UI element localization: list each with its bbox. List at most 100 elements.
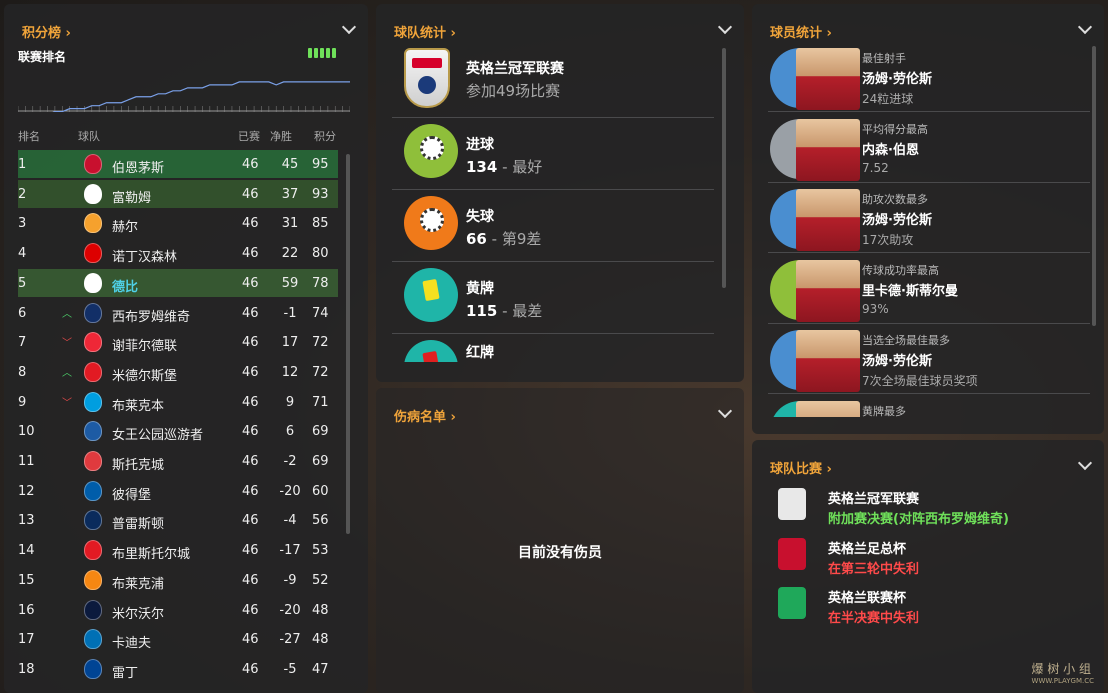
table-row[interactable]: 12 彼得堡 46 -20 60 bbox=[18, 477, 338, 505]
table-row[interactable]: 8 ︿ 米德尔斯堡 46 12 72 bbox=[18, 358, 338, 386]
chevron-down-icon[interactable] bbox=[1077, 19, 1093, 35]
player-stat-card[interactable]: 当选全场最佳最多 汤姆·劳伦斯 7次全场最佳球员奖项 bbox=[768, 328, 1090, 395]
row-position: 16 bbox=[18, 602, 35, 618]
header-pos[interactable]: 排名 bbox=[18, 128, 40, 144]
row-team-name[interactable]: 布莱克本 bbox=[112, 395, 164, 414]
player-stat-card[interactable]: 传球成功率最高 里卡德·斯蒂尔曼 93% bbox=[768, 258, 1090, 324]
row-team-name[interactable]: 富勒姆 bbox=[112, 187, 151, 206]
goal-ball-icon bbox=[404, 124, 458, 178]
row-team-name[interactable]: 布莱克浦 bbox=[112, 573, 164, 592]
chevron-down-icon[interactable] bbox=[341, 19, 357, 35]
team-stat-label: 失球 bbox=[466, 209, 494, 225]
team-stat-row[interactable]: 红牌 bbox=[392, 334, 714, 362]
row-team-name[interactable]: 彼得堡 bbox=[112, 484, 151, 503]
row-points: 80 bbox=[312, 246, 329, 262]
player-stat-card[interactable]: 助攻次数最多 汤姆·劳伦斯 17次助攻 bbox=[768, 187, 1090, 254]
row-team-name[interactable]: 卡迪夫 bbox=[112, 632, 151, 651]
row-team-name[interactable]: 伯恩茅斯 bbox=[112, 157, 164, 176]
team-crest-icon bbox=[84, 302, 102, 323]
table-row[interactable]: 5 德比 46 59 78 bbox=[18, 268, 338, 297]
player-name[interactable]: 汤姆·劳伦斯 bbox=[862, 68, 932, 87]
chevron-down-icon[interactable] bbox=[717, 403, 733, 419]
table-row[interactable]: 16 米尔沃尔 46 -20 48 bbox=[18, 596, 338, 624]
players-scrollbar[interactable] bbox=[1092, 46, 1096, 326]
conceded-ball-icon bbox=[404, 196, 458, 250]
row-team-name[interactable]: 雷丁 bbox=[112, 662, 138, 681]
team-stat-label: 红牌 bbox=[466, 345, 494, 361]
team-stat-row[interactable]: 进球 134 - 最好 bbox=[392, 118, 714, 190]
team-crest-icon bbox=[84, 658, 102, 679]
player-name[interactable]: 汤姆·劳伦斯 bbox=[862, 209, 932, 228]
table-row[interactable]: 13 普雷斯顿 46 -4 56 bbox=[18, 506, 338, 534]
row-position: 13 bbox=[18, 513, 35, 529]
table-row[interactable]: 4 诺丁汉森林 46 22 80 bbox=[18, 239, 338, 267]
table-row[interactable]: 14 布里斯托尔城 46 -17 53 bbox=[18, 536, 338, 564]
table-scrollbar[interactable] bbox=[346, 154, 350, 534]
header-played[interactable]: 已赛 bbox=[238, 128, 260, 144]
team-competitions-title[interactable]: 球队比赛 bbox=[770, 458, 832, 477]
player-stat-category: 平均得分最高 bbox=[862, 122, 928, 136]
team-crest-icon bbox=[84, 599, 102, 620]
row-goal-diff: -5 bbox=[283, 661, 297, 677]
injury-list-title[interactable]: 伤病名单 bbox=[394, 406, 456, 425]
table-row[interactable]: 15 布莱克浦 46 -9 52 bbox=[18, 566, 338, 594]
table-row[interactable]: 18 雷丁 46 -5 47 bbox=[18, 655, 338, 683]
row-goal-diff: 37 bbox=[281, 186, 299, 202]
team-stat-row[interactable]: 黄牌 115 - 最差 bbox=[392, 262, 714, 334]
table-row[interactable]: 3 赫尔 46 31 85 bbox=[18, 209, 338, 237]
row-played: 46 bbox=[242, 661, 259, 677]
table-row[interactable]: 9 ﹀ 布莱克本 46 9 71 bbox=[18, 388, 338, 416]
table-row[interactable]: 1 伯恩茅斯 46 45 95 bbox=[18, 150, 338, 178]
competition-row[interactable]: 英格兰冠军联赛 参加49场比赛 bbox=[392, 44, 714, 118]
row-position: 3 bbox=[18, 216, 27, 232]
team-crest-icon bbox=[84, 213, 102, 234]
row-team-name[interactable]: 普雷斯顿 bbox=[112, 513, 164, 532]
team-stat-rank: - 最差 bbox=[497, 302, 543, 320]
table-row[interactable]: 17 卡迪夫 46 -27 48 bbox=[18, 625, 338, 653]
team-crest-icon bbox=[84, 243, 102, 264]
league-table-title[interactable]: 积分榜 bbox=[22, 22, 71, 41]
chevron-down-icon[interactable] bbox=[717, 19, 733, 35]
row-team-name[interactable]: 布里斯托尔城 bbox=[112, 543, 190, 562]
stats-scrollbar[interactable] bbox=[722, 48, 726, 288]
row-team-name[interactable]: 德比 bbox=[112, 276, 138, 295]
row-points: 60 bbox=[312, 483, 329, 499]
row-position: 15 bbox=[18, 572, 35, 588]
competition-row[interactable]: 英格兰足总杯 在第三轮中失利 bbox=[778, 536, 1098, 582]
row-team-name[interactable]: 谢菲尔德联 bbox=[112, 335, 177, 354]
player-stat-category: 最佳射手 bbox=[862, 52, 906, 65]
player-stats-title[interactable]: 球员统计 bbox=[770, 22, 832, 41]
competition-row[interactable]: 英格兰联赛杯 在半决赛中失利 bbox=[778, 585, 1098, 631]
table-row[interactable]: 2 富勒姆 46 37 93 bbox=[18, 179, 338, 208]
player-name[interactable]: 内森·伯恩 bbox=[862, 139, 919, 158]
table-row[interactable]: 10 女王公园巡游者 46 6 69 bbox=[18, 417, 338, 445]
row-played: 46 bbox=[242, 305, 259, 321]
row-goal-diff: -20 bbox=[279, 483, 301, 499]
competition-name: 英格兰冠军联赛 bbox=[828, 492, 920, 507]
player-stat-card[interactable]: 最佳射手 汤姆·劳伦斯 24粒进球 bbox=[768, 46, 1090, 112]
player-name[interactable]: 里卡德·斯蒂尔曼 bbox=[862, 280, 958, 299]
row-team-name[interactable]: 斯托克城 bbox=[112, 454, 164, 473]
table-row[interactable]: 6 ︿ 西布罗姆维奇 46 -1 74 bbox=[18, 299, 338, 327]
player-stat-card[interactable]: 平均得分最高 内森·伯恩 7.52 bbox=[768, 117, 1090, 183]
row-team-name[interactable]: 西布罗姆维奇 bbox=[112, 306, 190, 325]
row-team-name[interactable]: 米尔沃尔 bbox=[112, 603, 164, 622]
competition-result: 在第三轮中失利 bbox=[828, 561, 920, 577]
row-team-name[interactable]: 女王公园巡游者 bbox=[112, 424, 203, 443]
table-row[interactable]: 7 ﹀ 谢菲尔德联 46 17 72 bbox=[18, 328, 338, 356]
table-row[interactable]: 11 斯托克城 46 -2 69 bbox=[18, 447, 338, 475]
header-gd[interactable]: 净胜 bbox=[270, 128, 292, 144]
header-pts[interactable]: 积分 bbox=[314, 128, 336, 144]
chevron-down-icon[interactable] bbox=[1077, 455, 1093, 471]
efl-championship-icon bbox=[404, 48, 450, 108]
row-team-name[interactable]: 赫尔 bbox=[112, 216, 138, 235]
row-team-name[interactable]: 诺丁汉森林 bbox=[112, 246, 177, 265]
team-stat-row[interactable]: 失球 66 - 第9差 bbox=[392, 190, 714, 262]
player-name[interactable]: 汤姆·劳伦斯 bbox=[862, 350, 932, 369]
competition-row[interactable]: 英格兰冠军联赛 附加赛决赛(对阵西布罗姆维奇) bbox=[778, 486, 1098, 532]
row-position: 1 bbox=[18, 157, 27, 172]
player-stat-card[interactable]: 黄牌最多 bbox=[768, 399, 1090, 417]
team-stats-title[interactable]: 球队统计 bbox=[394, 22, 456, 41]
row-team-name[interactable]: 米德尔斯堡 bbox=[112, 365, 177, 384]
header-team[interactable]: 球队 bbox=[78, 128, 100, 144]
